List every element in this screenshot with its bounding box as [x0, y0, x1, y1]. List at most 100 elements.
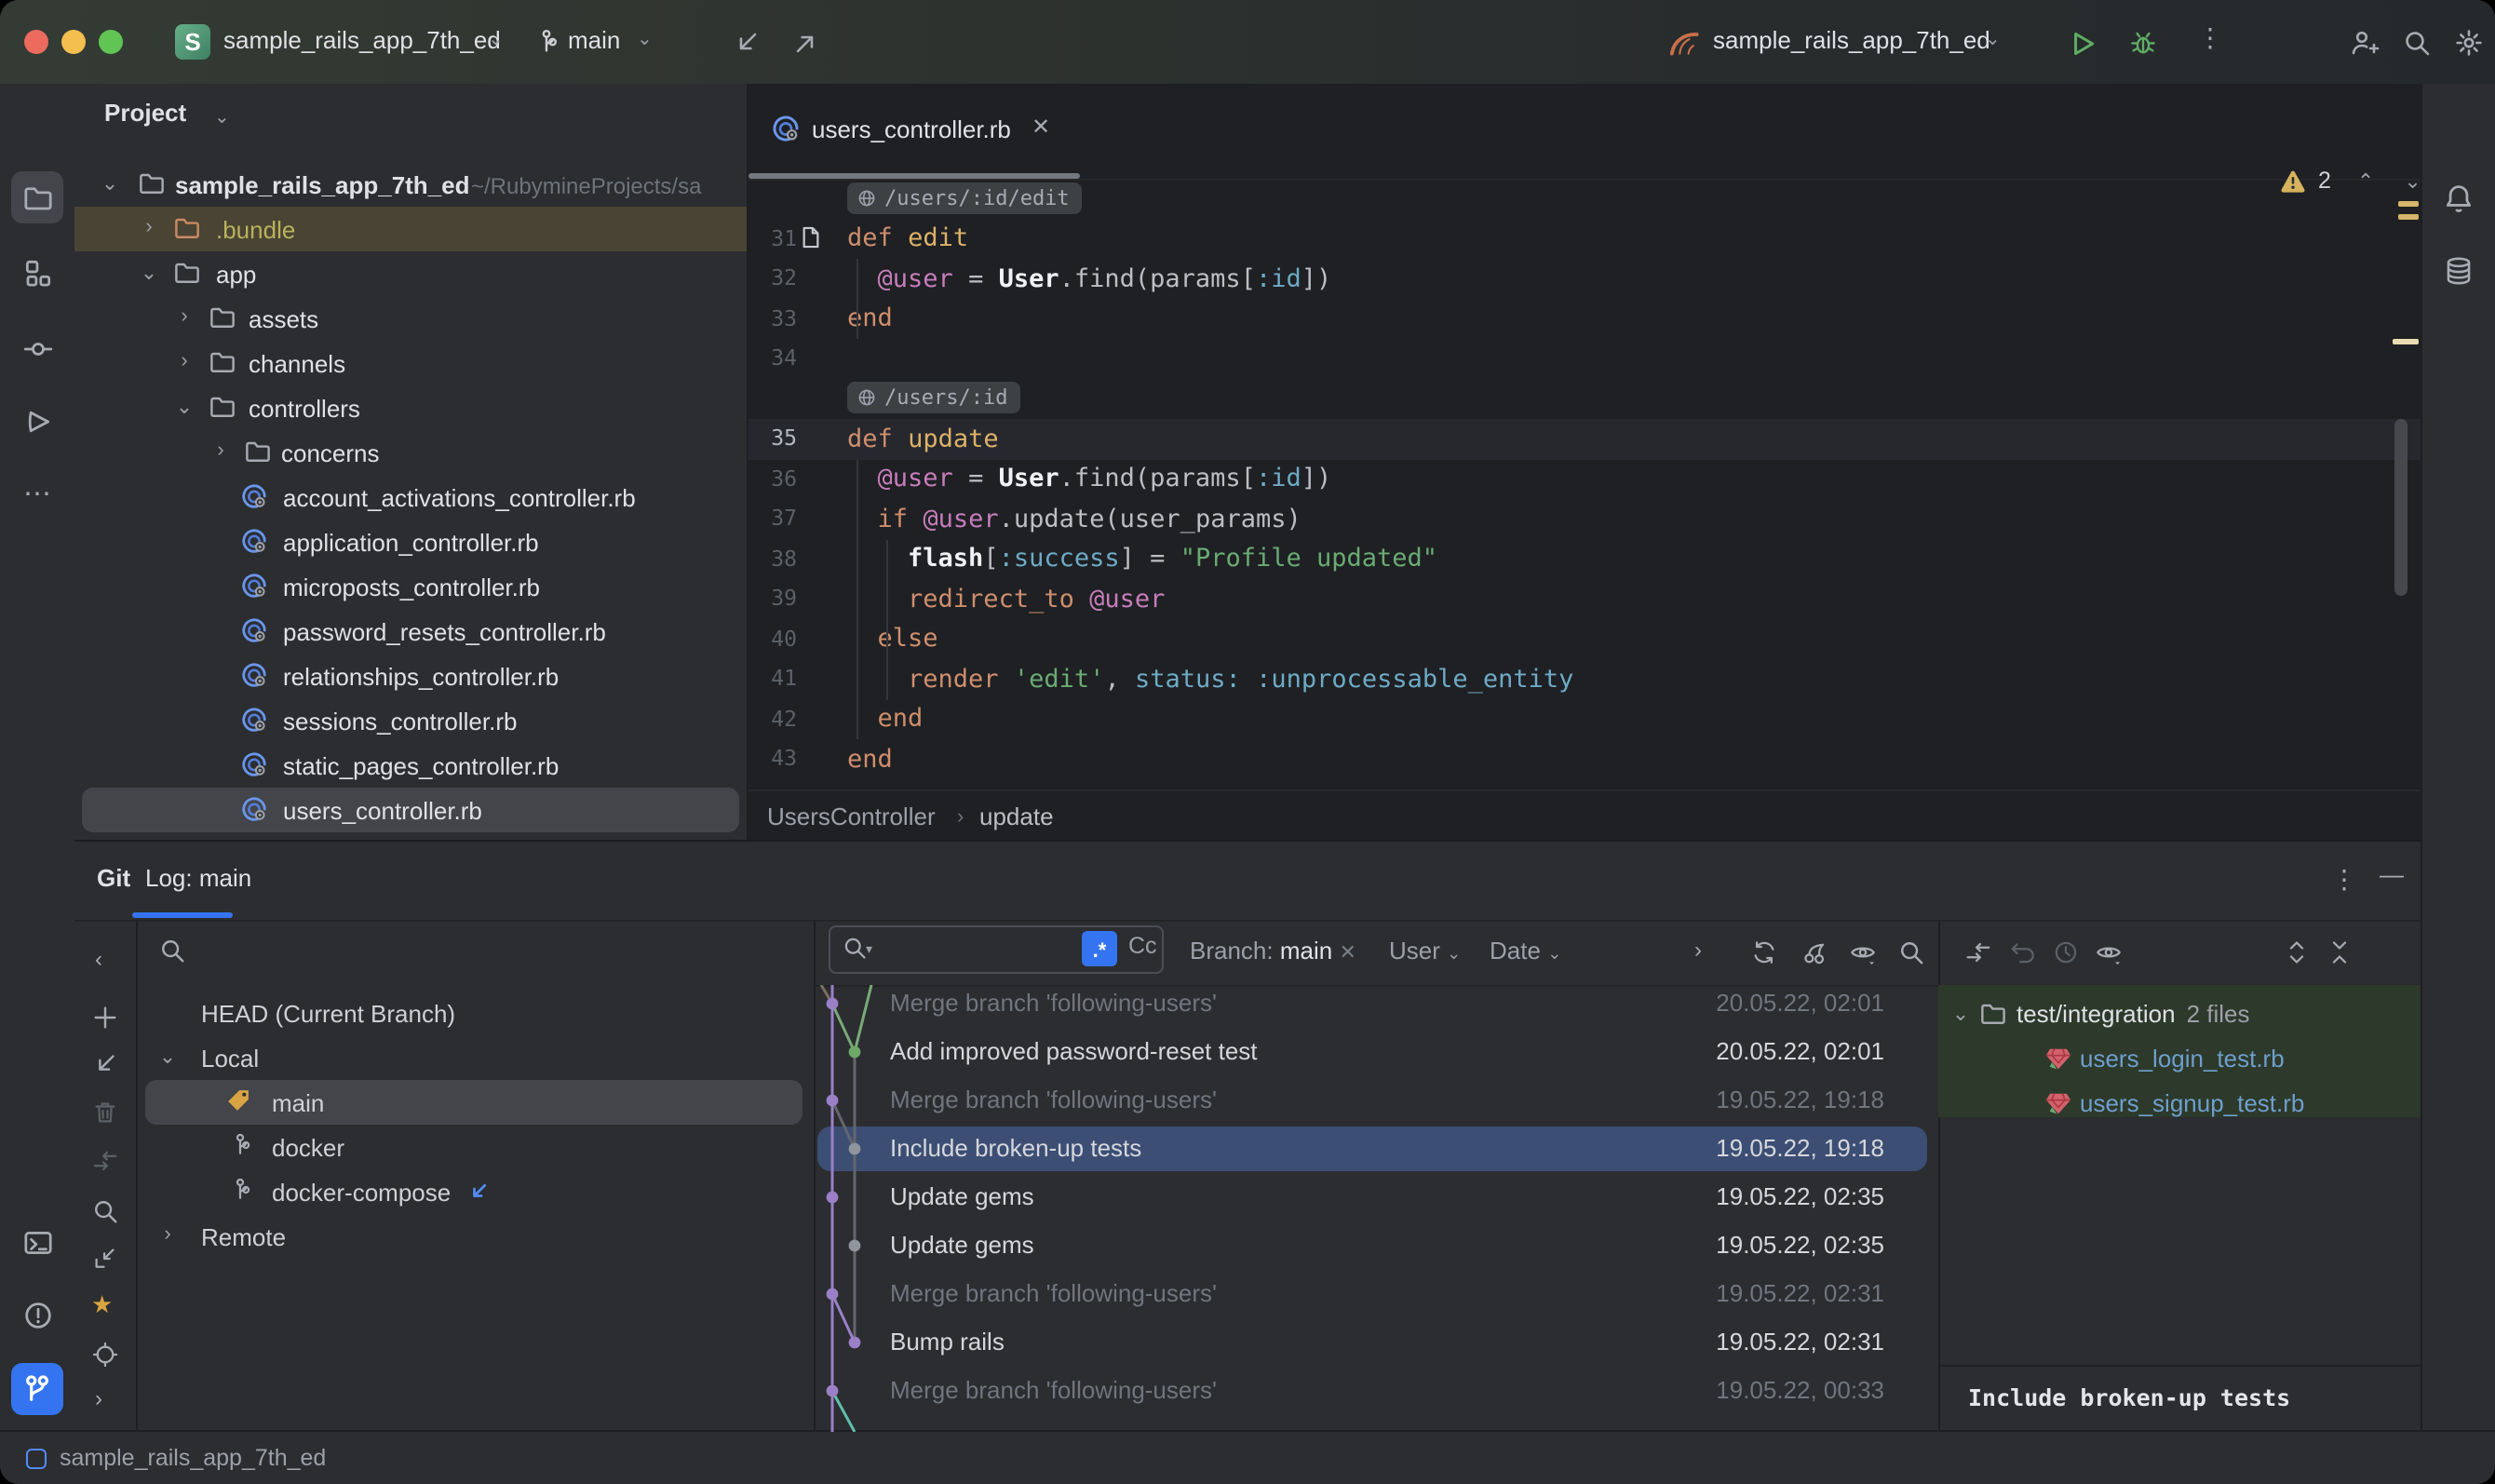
- tree-item-assets[interactable]: ›assets: [74, 296, 747, 341]
- line-number[interactable]: 42: [752, 705, 797, 731]
- search-branches-icon[interactable]: [90, 1197, 118, 1225]
- code-line-31[interactable]: 31def edit: [748, 219, 2421, 259]
- collapse-all-icon[interactable]: [90, 1244, 118, 1272]
- tree-item-account_activations_controller.rb[interactable]: account_activations_controller.rb: [74, 475, 747, 519]
- status-bar-project[interactable]: sample_rails_app_7th_ed: [60, 1445, 326, 1471]
- more-tool-windows-icon[interactable]: ⋯: [11, 467, 63, 519]
- branch-item-docker-compose[interactable]: docker-compose: [136, 1169, 814, 1214]
- commit-row[interactable]: Bump rails19.05.22, 02:31: [814, 1318, 1938, 1367]
- line-number[interactable]: 43: [752, 745, 797, 771]
- chevron-right-icon[interactable]: ›: [173, 350, 196, 372]
- line-number[interactable]: 39: [752, 585, 797, 611]
- run-configuration-widget[interactable]: sample_rails_app_7th_ed: [1713, 26, 1990, 54]
- chevron-right-icon[interactable]: ›: [138, 216, 160, 238]
- compare-branches-icon[interactable]: [90, 1147, 118, 1175]
- project-widget[interactable]: sample_rails_app_7th_ed: [223, 26, 501, 54]
- eye-filter-icon[interactable]: [1849, 938, 1877, 966]
- branch-item-docker[interactable]: docker: [136, 1125, 814, 1169]
- changed-file-row[interactable]: users_signup_test.rb: [1938, 1081, 2421, 1126]
- navigate-to-current-icon[interactable]: [90, 1341, 118, 1369]
- commit-search-input[interactable]: ▾ .* Cc: [829, 925, 1164, 974]
- warning-marker[interactable]: [2398, 201, 2419, 206]
- code-line-32[interactable]: 32 @user = User.find(params[:id]): [748, 259, 2421, 299]
- route-chip[interactable]: /users/:id: [847, 382, 1020, 413]
- zoom-window-button[interactable]: [99, 29, 123, 53]
- branch-item-Remote[interactable]: ›Remote: [136, 1214, 814, 1259]
- breadcrumb-method[interactable]: update: [979, 803, 1054, 830]
- branch-filter[interactable]: Branch: main ✕: [1190, 937, 1356, 965]
- code-editor[interactable]: /users/:id/edit31def edit32 @user = User…: [748, 179, 2421, 789]
- code-line-43[interactable]: 43end: [748, 739, 2421, 779]
- chevron-right-icon[interactable]: ›: [209, 439, 232, 462]
- commit-row[interactable]: Include broken-up tests19.05.22, 19:18: [814, 1125, 1938, 1173]
- bookmark-icon[interactable]: [801, 225, 821, 250]
- chevron-right-icon[interactable]: ›: [1694, 937, 1702, 963]
- commit-row[interactable]: Merge branch 'following-users'19.05.22, …: [814, 1270, 1938, 1318]
- editor-scrollbar[interactable]: [2394, 419, 2407, 596]
- branch-item-main[interactable]: main: [136, 1080, 814, 1125]
- close-window-button[interactable]: [24, 29, 48, 53]
- code-line-33[interactable]: 33end: [748, 299, 2421, 339]
- changed-file-row[interactable]: users_login_test.rb: [1938, 1036, 2421, 1081]
- code-line-37[interactable]: 37 if @user.update(user_params): [748, 499, 2421, 539]
- run-button[interactable]: [2067, 27, 2098, 59]
- git-options-icon[interactable]: ⋮: [2331, 864, 2357, 896]
- branch-widget[interactable]: main: [568, 26, 620, 54]
- tree-item-application_controller.rb[interactable]: application_controller.rb: [74, 519, 747, 564]
- commit-row[interactable]: Merge branch 'following-users'19.05.22, …: [814, 1367, 1938, 1415]
- prev-warning-icon[interactable]: ⌃: [2357, 169, 2374, 193]
- next-warning-icon[interactable]: ⌄: [2404, 169, 2421, 193]
- chevron-right-icon[interactable]: ›: [95, 1385, 102, 1411]
- commit-row[interactable]: Merge branch 'following-users'20.05.22, …: [814, 985, 1938, 1028]
- minimize-window-button[interactable]: [61, 29, 86, 53]
- problems-tool-button[interactable]: [11, 1288, 63, 1341]
- chevron-down-icon[interactable]: ⌄: [156, 1045, 179, 1069]
- chevron-down-icon[interactable]: ⌄: [173, 395, 196, 419]
- line-number[interactable]: 37: [752, 505, 797, 531]
- commit-row[interactable]: Update gems19.05.22, 02:35: [814, 1173, 1938, 1221]
- terminal-tool-button[interactable]: [11, 1216, 63, 1268]
- tree-item-concerns[interactable]: ›concerns: [74, 430, 747, 475]
- commit-row[interactable]: Add improved password-reset test20.05.22…: [814, 1028, 1938, 1076]
- tab-log-main[interactable]: Log: main: [145, 864, 251, 892]
- collapse-all-chevrons-icon[interactable]: [2326, 938, 2353, 966]
- chevron-down-icon[interactable]: ⌄: [1949, 1001, 1972, 1025]
- search-icon[interactable]: [2402, 27, 2432, 57]
- line-number[interactable]: 32: [752, 264, 797, 290]
- history-clock-icon[interactable]: [2052, 938, 2080, 966]
- update-branch-icon[interactable]: [90, 1050, 118, 1078]
- cherry-pick-icon[interactable]: [1800, 938, 1828, 966]
- close-tab-icon[interactable]: ✕: [1032, 114, 1050, 140]
- rollback-icon[interactable]: [2009, 938, 2037, 966]
- tab-users-controller[interactable]: users_controller.rb ✕: [748, 84, 1080, 179]
- tree-item-password_resets_controller.rb[interactable]: password_resets_controller.rb: [74, 609, 747, 654]
- line-number[interactable]: 41: [752, 665, 797, 691]
- tree-item-users_controller.rb[interactable]: users_controller.rb: [74, 788, 747, 832]
- refresh-icon[interactable]: [1750, 938, 1778, 966]
- remove-branch-filter-icon[interactable]: ✕: [1340, 942, 1356, 965]
- code-line-42[interactable]: 42 end: [748, 699, 2421, 739]
- compare-icon[interactable]: [1964, 938, 1992, 966]
- branch-item-HEADCurrentBranch[interactable]: HEAD (Current Branch): [136, 991, 814, 1035]
- push-icon[interactable]: [791, 27, 821, 57]
- regex-toggle-button[interactable]: .*: [1082, 931, 1117, 966]
- scrollbar-mark[interactable]: [2393, 339, 2419, 344]
- gear-icon[interactable]: [2454, 27, 2484, 57]
- hide-tool-window-icon[interactable]: —: [2380, 860, 2404, 888]
- line-number[interactable]: 35: [752, 425, 797, 451]
- breadcrumb-class[interactable]: UsersController: [767, 803, 936, 830]
- structure-tool-button[interactable]: [11, 246, 63, 298]
- chevron-down-icon[interactable]: ⌄: [138, 261, 160, 285]
- line-number[interactable]: 34: [752, 344, 797, 371]
- add-user-icon[interactable]: [2350, 27, 2380, 57]
- tree-item-.bundle[interactable]: ›.bundle: [74, 207, 747, 251]
- tree-item-microposts_controller.rb[interactable]: microposts_controller.rb: [74, 564, 747, 609]
- tree-item-sessions_controller.rb[interactable]: sessions_controller.rb: [74, 698, 747, 743]
- project-tool-button[interactable]: [11, 171, 63, 223]
- line-number[interactable]: 33: [752, 304, 797, 331]
- branch-item-Local[interactable]: ⌄Local: [136, 1035, 814, 1080]
- code-line-41[interactable]: 41 render 'edit', status: :unprocessable…: [748, 659, 2421, 699]
- commit-tool-button[interactable]: [11, 322, 63, 374]
- date-filter[interactable]: Date ⌄: [1490, 937, 1561, 965]
- more-options-icon[interactable]: ⋮: [2197, 22, 2223, 54]
